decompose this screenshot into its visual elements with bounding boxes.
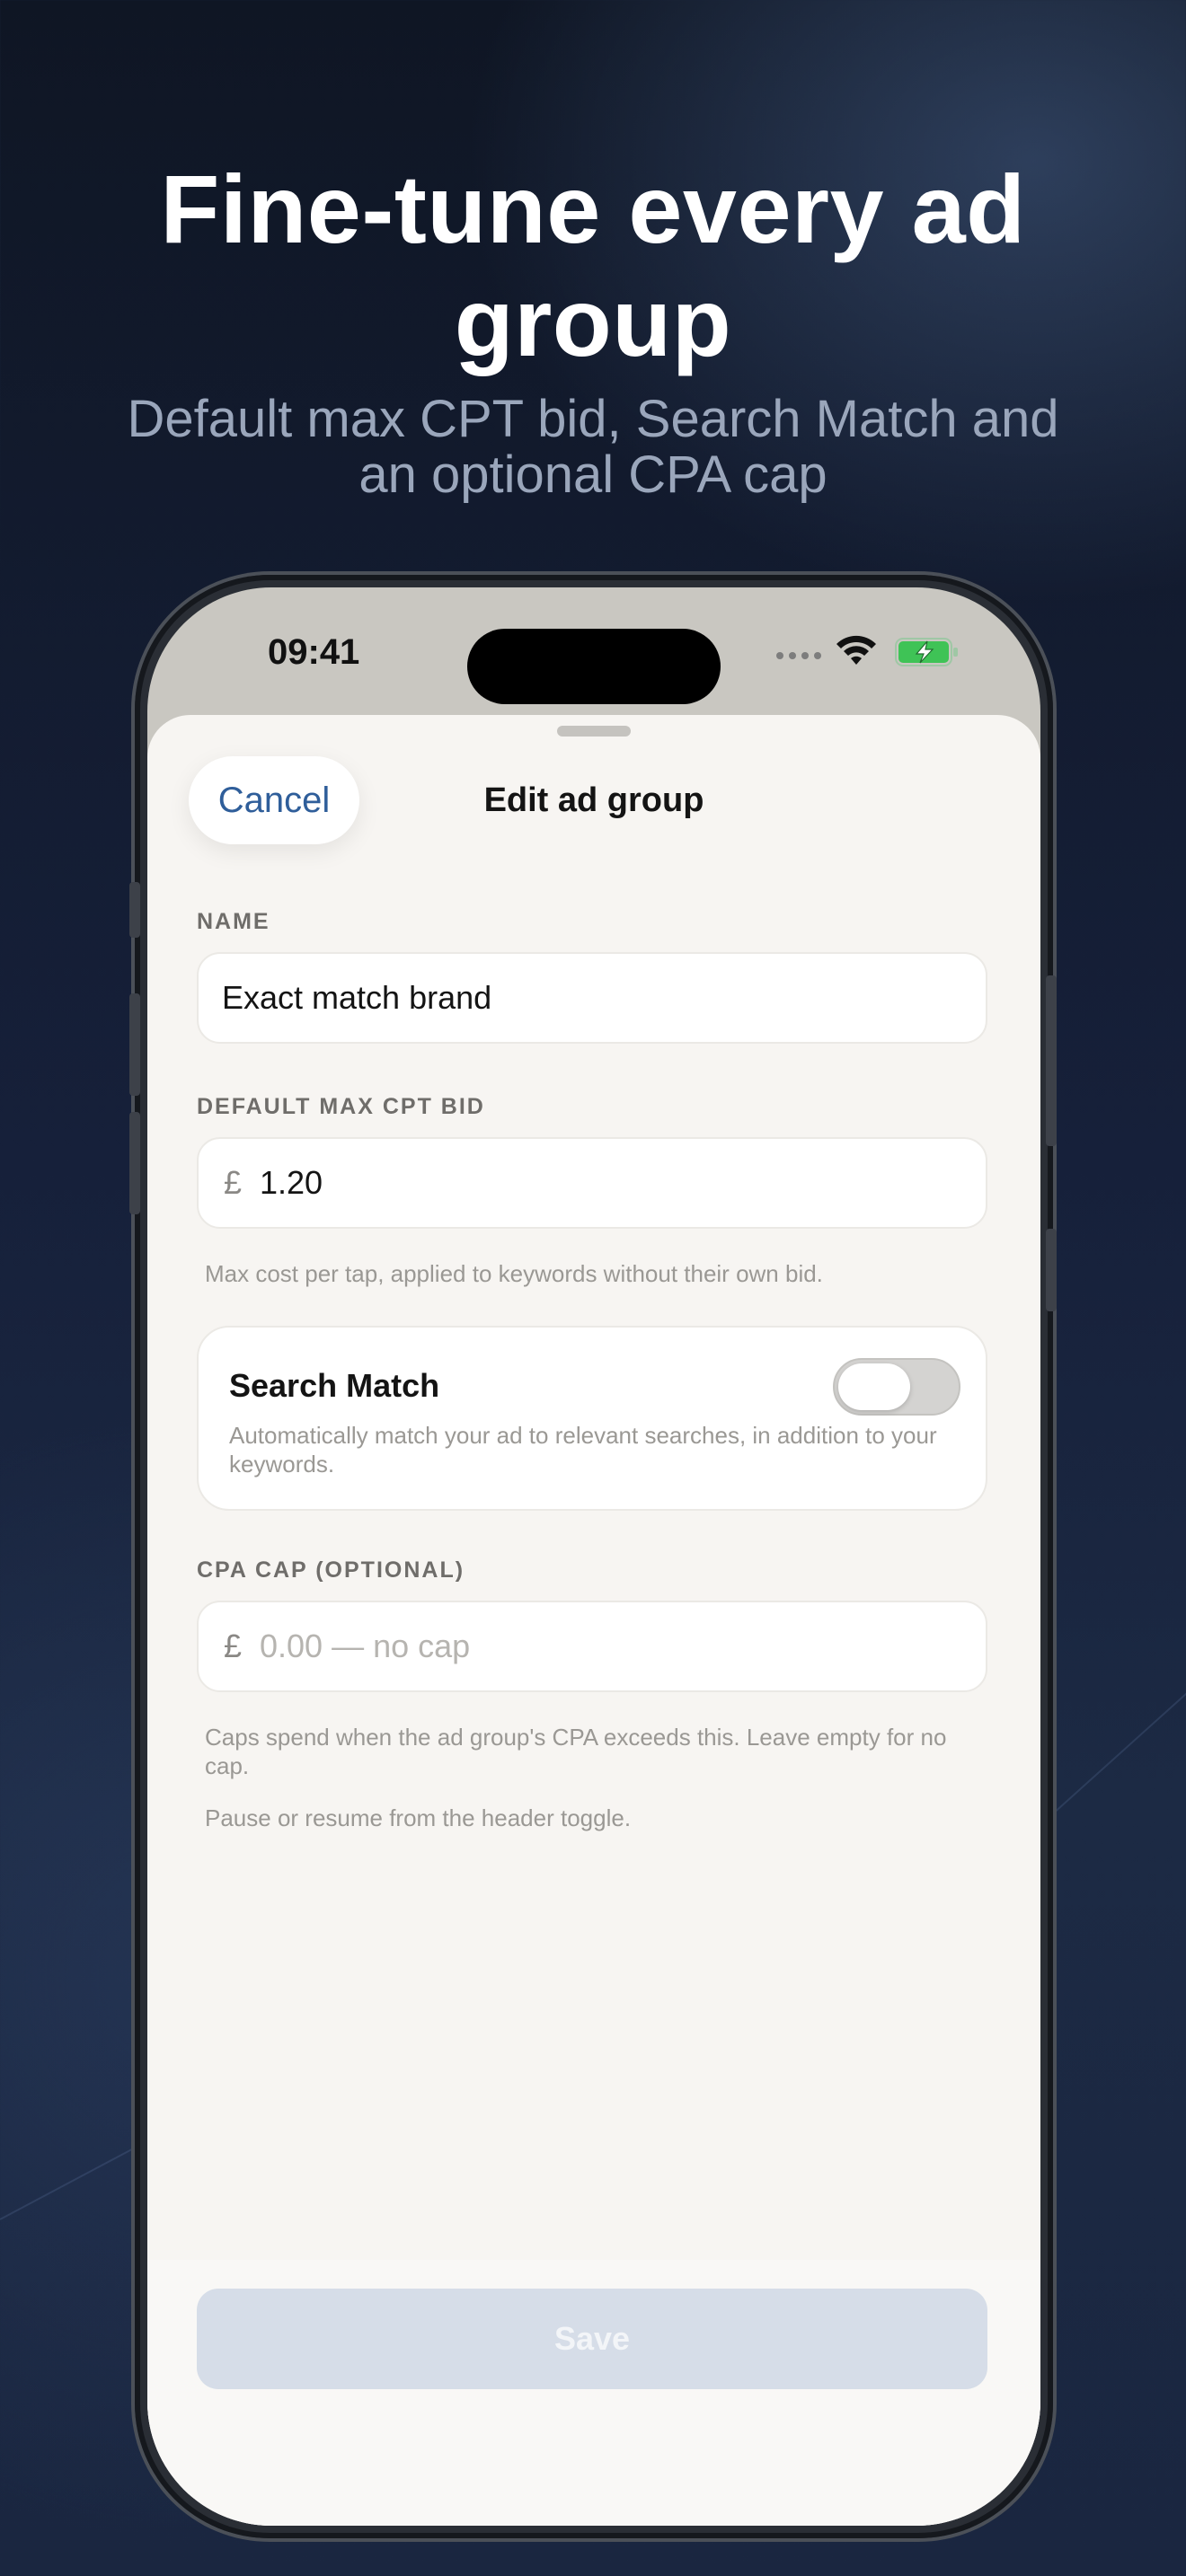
promo-headline: Fine-tune every ad group: [0, 153, 1186, 379]
default-max-cpt-bid-label: DEFAULT MAX CPT BID: [197, 1094, 485, 1119]
dynamic-island: [467, 629, 721, 704]
promo-subline-line1: Default max CPT bid, Search Match and: [127, 390, 1059, 448]
search-match-title: Search Match: [229, 1367, 440, 1404]
phone-screen: 09:41 Edit ad group Cancel NAME Exact ma…: [147, 587, 1040, 2526]
bid-hint: Max cost per tap, applied to keywords wi…: [205, 1260, 823, 1287]
search-match-card: Search Match Automatically match your ad…: [197, 1326, 987, 1511]
save-bar: Save: [147, 2260, 1040, 2526]
phone-volume-up-button: [129, 993, 140, 1096]
save-button[interactable]: Save: [197, 2289, 987, 2389]
sheet-grabber[interactable]: [557, 726, 631, 737]
search-match-description: Automatically match your ad to relevant …: [229, 1422, 937, 1478]
bid-value: 1.20: [260, 1164, 323, 1201]
cancel-button[interactable]: Cancel: [189, 756, 359, 844]
name-label: NAME: [197, 909, 270, 934]
cpa-cap-hint: Caps spend when the ad group's CPA excee…: [205, 1724, 947, 1779]
promo-subline: Default max CPT bid, Search Match and an…: [108, 392, 1078, 503]
phone-power-button: [1046, 975, 1057, 1146]
signal-dots-icon: [776, 652, 825, 661]
phone-camera-button: [1046, 1229, 1057, 1311]
currency-symbol: £: [224, 1628, 243, 1664]
cpa-cap-field[interactable]: £ 0.00 — no cap: [197, 1601, 987, 1692]
battery-charging-icon: [895, 638, 958, 666]
phone-action-button: [129, 882, 140, 938]
name-field-value: Exact match brand: [222, 979, 492, 1016]
promo-headline-line2: group: [454, 268, 732, 376]
status-time: 09:41: [268, 632, 360, 672]
search-match-toggle[interactable]: [833, 1358, 960, 1416]
name-field[interactable]: Exact match brand: [197, 952, 987, 1044]
cpa-cap-label: CPA CAP (OPTIONAL): [197, 1557, 465, 1583]
promo-subline-line2: an optional CPA cap: [358, 446, 828, 504]
currency-symbol: £: [224, 1164, 243, 1201]
promo-headline-line1: Fine-tune every ad: [160, 154, 1026, 263]
edit-ad-group-sheet: Edit ad group Cancel NAME Exact match br…: [147, 715, 1040, 2526]
phone-volume-down-button: [129, 1112, 140, 1214]
wifi-icon: [836, 635, 876, 665]
cpa-cap-placeholder: 0.00 — no cap: [260, 1628, 471, 1664]
default-max-cpt-bid-field[interactable]: £ 1.20: [197, 1137, 987, 1229]
toggle-knob: [838, 1363, 910, 1410]
pause-resume-hint: Pause or resume from the header toggle.: [205, 1804, 632, 1831]
background-decoration: [1050, 1682, 1186, 1816]
